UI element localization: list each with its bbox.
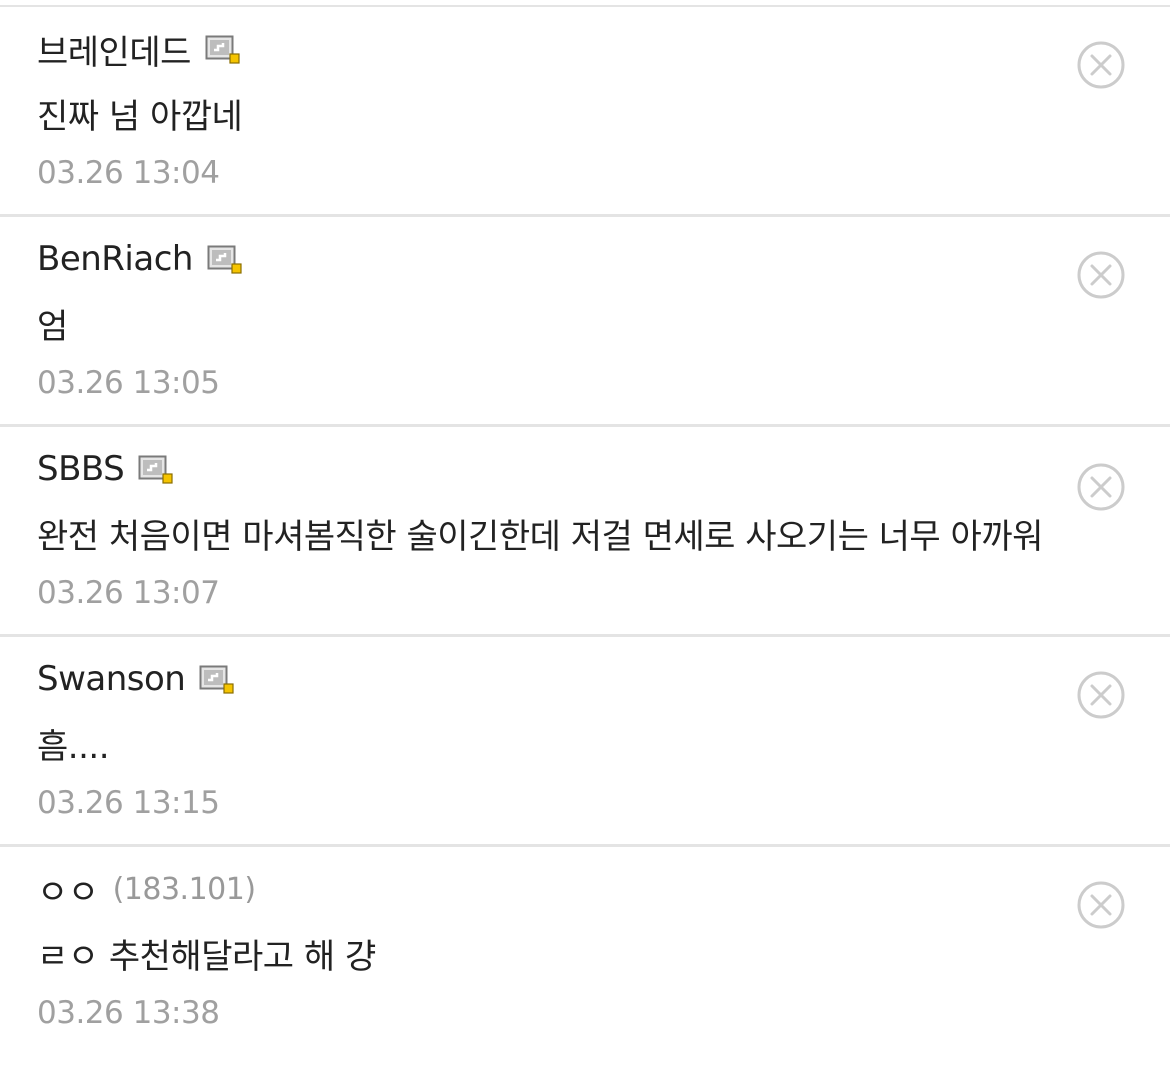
comment-author[interactable]: SBBS — [37, 449, 125, 489]
delete-comment-button[interactable] — [1076, 40, 1126, 90]
comment-author-row: ㅇㅇ (183.101) — [37, 869, 256, 913]
comment-timestamp: 03.26 13:04 — [37, 155, 220, 191]
comment-author[interactable]: BenRiach — [37, 239, 193, 279]
delete-comment-button[interactable] — [1076, 250, 1126, 300]
comment-text: ㄹㅇ 추천해달라고 해 걍 — [37, 937, 376, 977]
comment-author[interactable]: ㅇㅇ — [37, 865, 99, 914]
comment-text: 진짜 넘 아깝네 — [37, 97, 243, 137]
comment-text: 엄 — [37, 307, 68, 347]
fixed-member-icon — [199, 663, 235, 695]
comment-timestamp: 03.26 13:38 — [37, 995, 220, 1031]
comment-item: Swanson 흠.... 03.26 13:15 — [0, 637, 1170, 847]
delete-comment-button[interactable] — [1076, 670, 1126, 720]
comment-timestamp: 03.26 13:15 — [37, 785, 220, 821]
comment-item: SBBS 완전 처음이면 마셔봄직한 술이긴한데 저걸 면세로 사오기는 너무 … — [0, 427, 1170, 637]
delete-circle-x-icon — [1077, 881, 1125, 929]
comment-author[interactable]: Swanson — [37, 659, 186, 699]
delete-comment-button[interactable] — [1076, 880, 1126, 930]
delete-circle-x-icon — [1077, 463, 1125, 511]
delete-circle-x-icon — [1077, 671, 1125, 719]
comment-author[interactable]: 브레인데드 — [37, 25, 191, 74]
comment-item: ㅇㅇ (183.101) ㄹㅇ 추천해달라고 해 걍 03.26 13:38 — [0, 847, 1170, 1057]
fixed-member-icon — [138, 453, 174, 485]
delete-circle-x-icon — [1077, 251, 1125, 299]
delete-comment-button[interactable] — [1076, 462, 1126, 512]
comment-author-row: BenRiach — [37, 239, 243, 279]
comment-author-row: Swanson — [37, 659, 235, 699]
delete-circle-x-icon — [1077, 41, 1125, 89]
comment-timestamp: 03.26 13:05 — [37, 365, 220, 401]
fixed-member-icon — [207, 243, 243, 275]
fixed-member-icon — [205, 33, 241, 65]
comment-author-row: SBBS — [37, 449, 174, 489]
comment-item: BenRiach 엄 03.26 13:05 — [0, 217, 1170, 427]
comment-text: 완전 처음이면 마셔봄직한 술이긴한데 저걸 면세로 사오기는 너무 아까워 — [37, 517, 1043, 557]
comment-text: 흠.... — [37, 727, 110, 767]
comment-ip: (183.101) — [112, 871, 256, 907]
comment-list: 브레인데드 진짜 넘 아깝네 03.26 13:04 BenRiach 엄 03… — [0, 7, 1170, 1057]
comment-item: 브레인데드 진짜 넘 아깝네 03.26 13:04 — [0, 7, 1170, 217]
comment-timestamp: 03.26 13:07 — [37, 575, 220, 611]
comment-author-row: 브레인데드 — [37, 29, 241, 73]
